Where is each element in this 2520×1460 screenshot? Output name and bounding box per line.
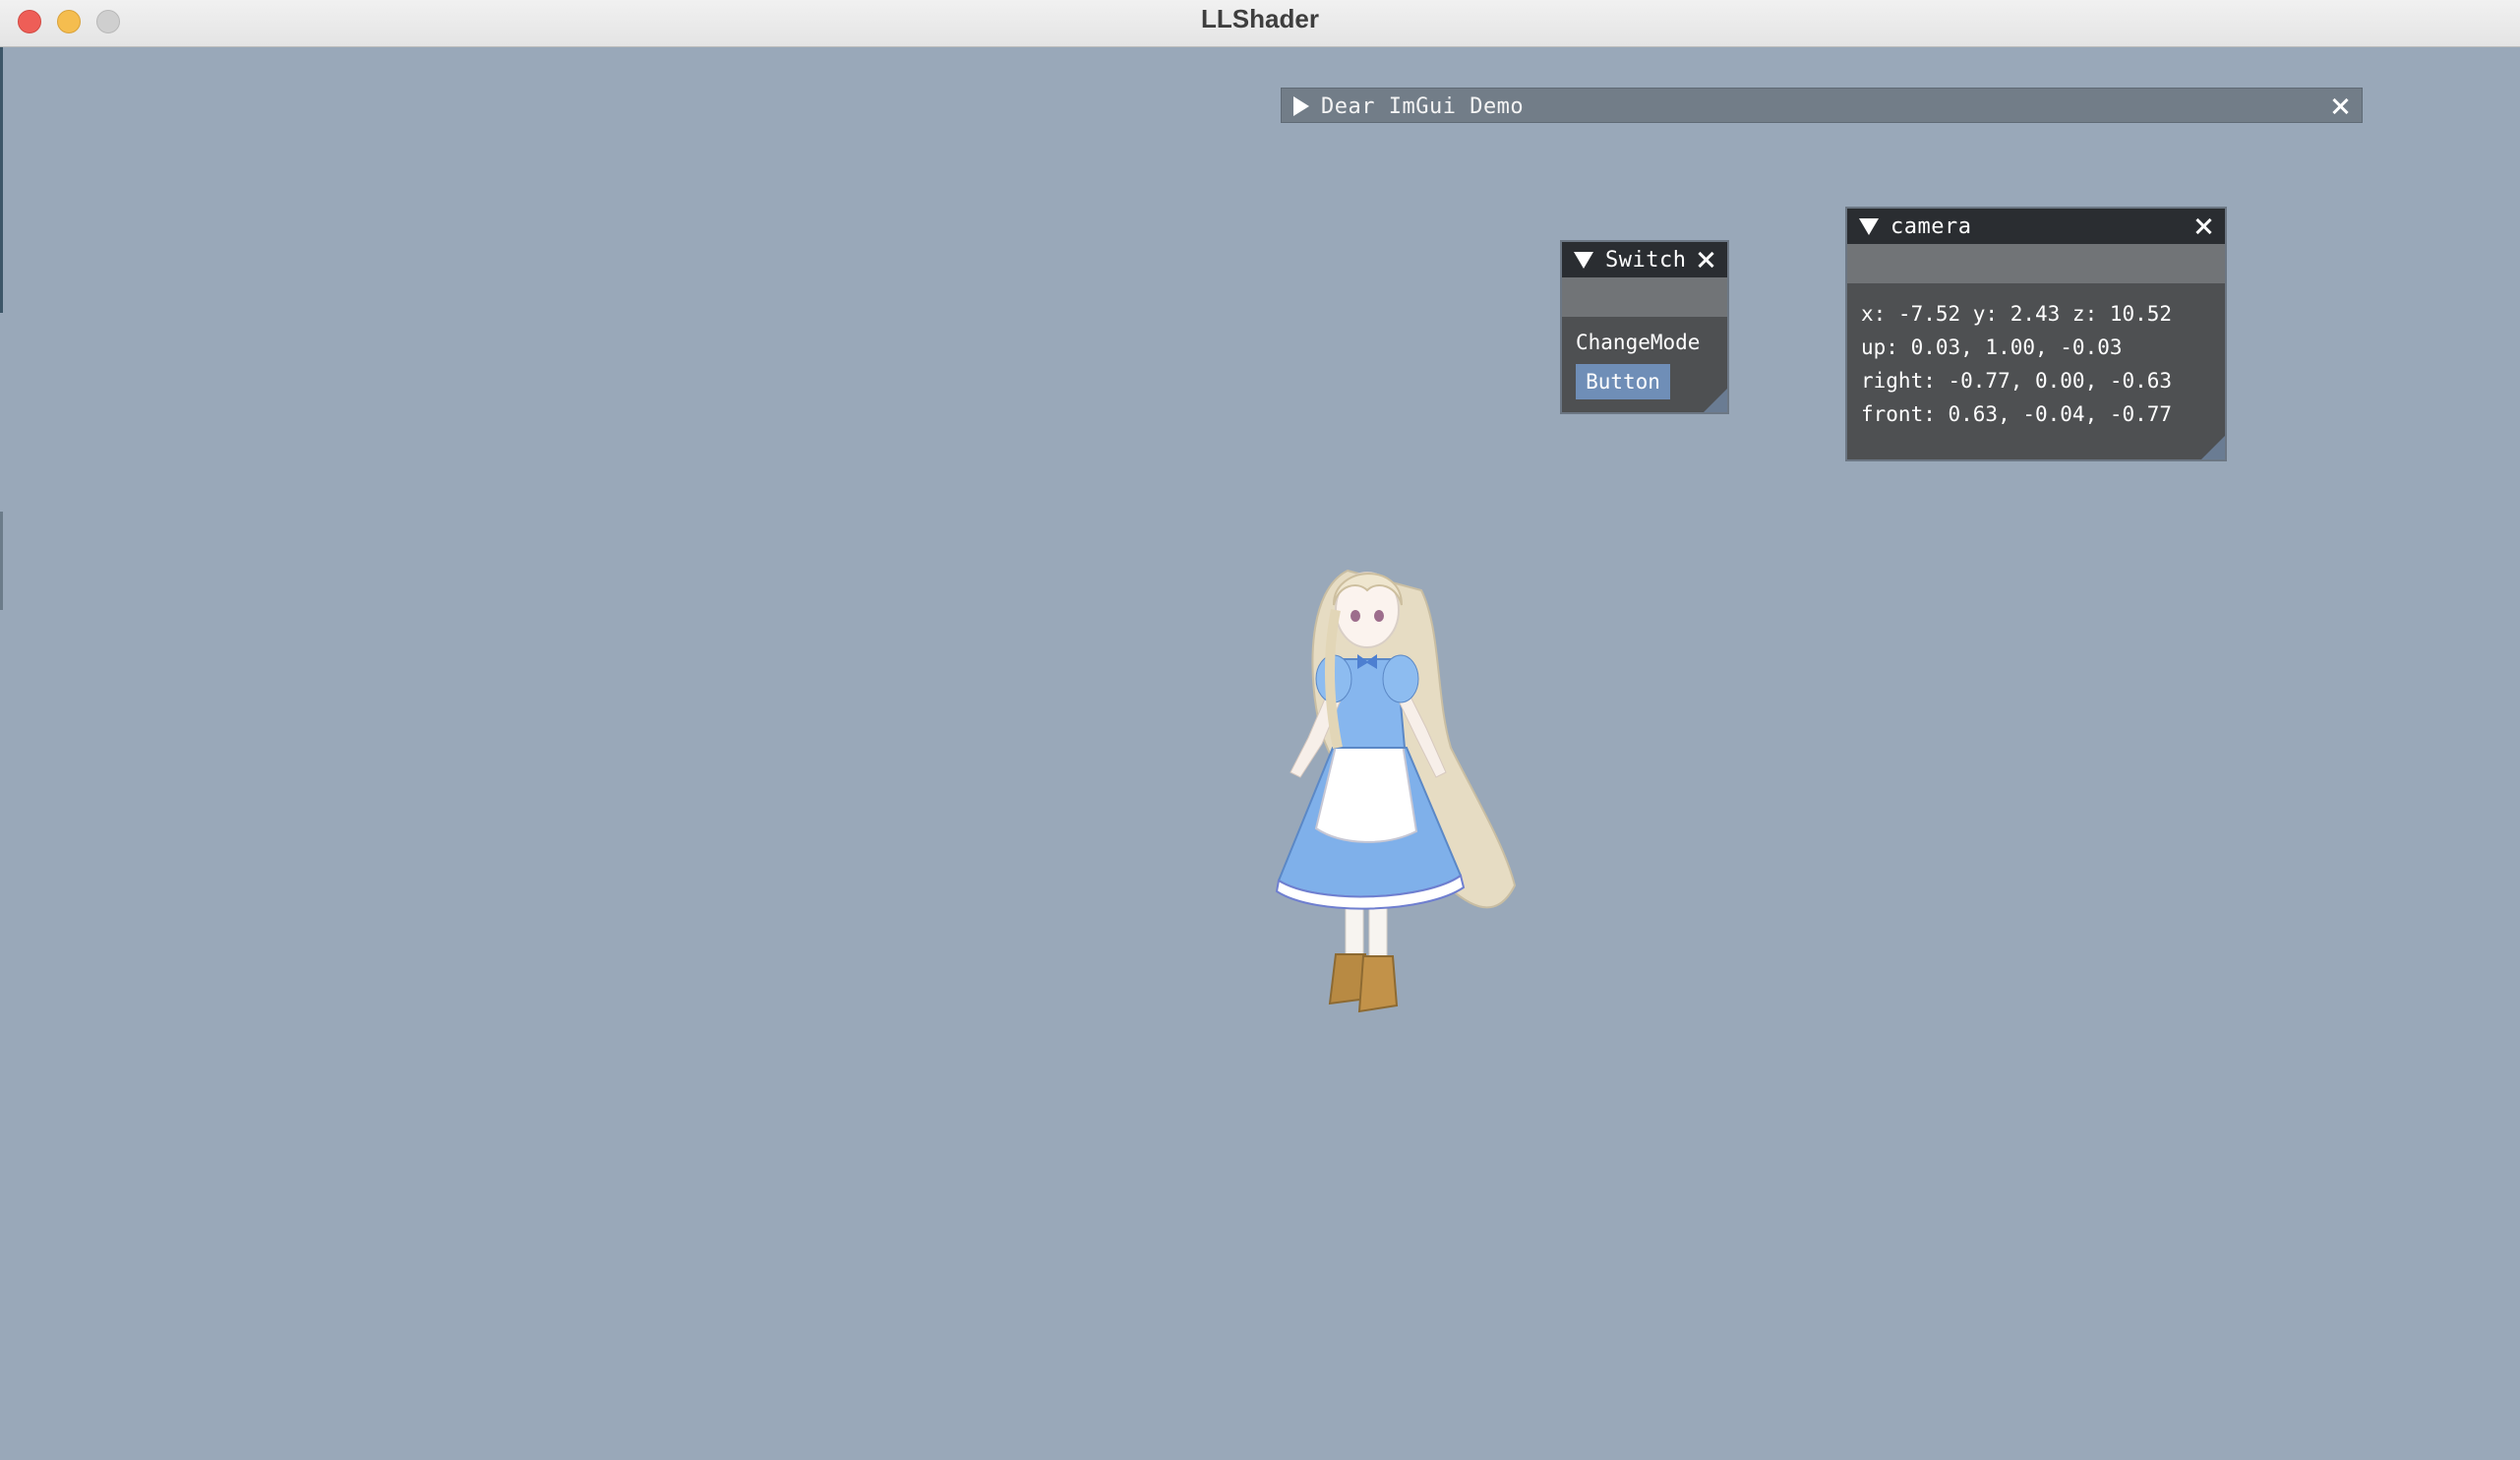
window-title: LLShader	[1201, 4, 1319, 33]
change-mode-button[interactable]: Button	[1576, 364, 1670, 399]
window-edge	[0, 512, 3, 610]
switch-window-menubar	[1562, 277, 1727, 317]
close-icon[interactable]	[2328, 94, 2352, 118]
resize-grip[interactable]	[1704, 389, 1727, 412]
imgui-demo-window-title: Dear ImGui Demo	[1321, 93, 1525, 119]
camera-window-menubar	[1847, 244, 2225, 283]
switch-window-title: Switch	[1605, 247, 1687, 273]
camera-up-text: up: 0.03, 1.00, -0.03	[1861, 335, 2123, 359]
camera-window-header[interactable]: camera	[1847, 209, 2225, 244]
window-titlebar: LLShader	[0, 0, 2520, 47]
imgui-demo-window[interactable]: Dear ImGui Demo	[1281, 88, 2363, 123]
switch-window-header[interactable]: Switch	[1562, 242, 1727, 277]
collapse-arrow-icon[interactable]	[1859, 217, 1879, 235]
window-edge	[0, 47, 3, 313]
character-model-render	[1275, 569, 1517, 1013]
imgui-demo-window-header[interactable]: Dear ImGui Demo	[1282, 89, 2362, 124]
expand-arrow-icon[interactable]	[1293, 96, 1309, 116]
camera-front-text: front: 0.63, -0.04, -0.77	[1861, 402, 2173, 426]
camera-window-title: camera	[1890, 213, 1972, 239]
camera-right-text: right: -0.77, 0.00, -0.63	[1861, 369, 2173, 393]
camera-info: x: -7.52 y: 2.43 z: 10.52 up: 0.03, 1.00,…	[1861, 297, 2172, 431]
right-boot-shape	[1357, 955, 1399, 1013]
left-eye-shape	[1350, 610, 1360, 622]
right-sleeve-shape	[1382, 654, 1419, 703]
change-mode-label: ChangeMode	[1576, 331, 1701, 354]
resize-grip[interactable]	[2201, 436, 2225, 459]
switch-window[interactable]: Switch ChangeMode Button	[1560, 240, 1729, 414]
camera-window[interactable]: camera x: -7.52 y: 2.43 z: 10.52 up: 0.03…	[1845, 207, 2227, 461]
close-icon[interactable]	[1694, 248, 1717, 272]
close-icon[interactable]	[2191, 214, 2215, 238]
collapse-arrow-icon[interactable]	[1574, 251, 1593, 269]
right-eye-shape	[1374, 610, 1384, 622]
camera-position-text: x: -7.52 y: 2.43 z: 10.52	[1861, 302, 2173, 326]
